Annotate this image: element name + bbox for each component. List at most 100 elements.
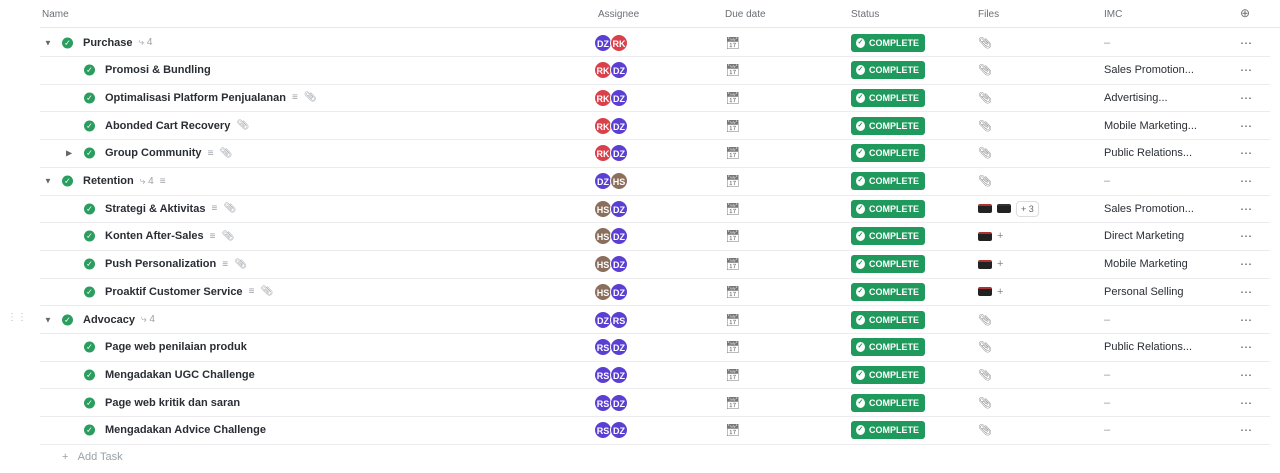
- task-name[interactable]: Page web penilaian produk: [105, 341, 247, 353]
- imc-cell[interactable]: Sales Promotion...: [1104, 203, 1194, 215]
- check-circle-icon[interactable]: ✓: [84, 397, 95, 409]
- imc-cell[interactable]: Sales Promotion...: [1104, 64, 1194, 76]
- file-thumbnail[interactable]: [997, 204, 1011, 214]
- imc-cell[interactable]: –: [1104, 369, 1110, 381]
- imc-cell[interactable]: Direct Marketing: [1104, 230, 1184, 242]
- calendar-plus-icon[interactable]: 📅︎: [725, 229, 740, 243]
- check-circle-icon[interactable]: ✓: [84, 92, 95, 104]
- calendar-plus-icon[interactable]: 📅︎: [725, 202, 740, 216]
- avatar[interactable]: DZ: [610, 61, 628, 80]
- avatar[interactable]: DZ: [610, 116, 628, 135]
- task-name[interactable]: Page web kritik dan saran: [105, 397, 240, 409]
- check-circle-icon[interactable]: ✓: [62, 314, 73, 325]
- task-name[interactable]: Advocacy ⤷ 4: [83, 314, 155, 326]
- more-options-icon[interactable]: ⋯: [1240, 396, 1253, 410]
- task-row[interactable]: ✓ Proaktif Customer Service ≡ 📎︎ HS DZ 📅︎ ✓ COMP…: [40, 278, 1270, 307]
- col-name[interactable]: Name: [42, 9, 69, 20]
- task-row[interactable]: ✓ Optimalisasi Platform Penjualanan ≡ 📎︎ RK D…: [40, 84, 1270, 113]
- task-name[interactable]: Mengadakan UGC Challenge: [105, 369, 255, 381]
- avatar[interactable]: RK: [610, 33, 628, 52]
- status-badge[interactable]: ✓ COMPLETE: [851, 365, 925, 384]
- avatar[interactable]: RS: [610, 310, 628, 329]
- check-circle-icon[interactable]: ✓: [84, 64, 95, 76]
- paperclip-icon[interactable]: 📎︎: [978, 91, 992, 104]
- plus-icon[interactable]: +: [997, 258, 1003, 270]
- avatar[interactable]: DZ: [610, 365, 628, 384]
- paperclip-icon[interactable]: 📎︎: [978, 368, 992, 381]
- task-name[interactable]: Push Personalization ≡ 📎︎: [105, 258, 247, 270]
- more-options-icon[interactable]: ⋯: [1240, 285, 1253, 299]
- more-options-icon[interactable]: ⋯: [1240, 423, 1253, 437]
- assignees[interactable]: HS DZ: [594, 199, 628, 218]
- assignees[interactable]: RS DZ: [594, 421, 628, 440]
- check-circle-icon[interactable]: ✓: [84, 203, 95, 215]
- check-circle-icon[interactable]: ✓: [84, 258, 95, 270]
- calendar-plus-icon[interactable]: 📅︎: [725, 340, 740, 354]
- more-files[interactable]: + 3: [1016, 200, 1039, 217]
- add-task-button[interactable]: + Add Task: [62, 451, 123, 463]
- subtask-count[interactable]: ⤷ 4: [139, 37, 153, 48]
- task-row[interactable]: ▼ ✓ Advocacy ⤷ 4 DZ RS 📅︎ ✓ COMPLETE 📎︎ – ⋯: [40, 306, 1270, 334]
- calendar-plus-icon[interactable]: 📅︎: [725, 36, 740, 50]
- calendar-plus-icon[interactable]: 📅︎: [725, 146, 740, 160]
- subtask-count[interactable]: ⤷ 4: [140, 176, 154, 187]
- check-circle-icon[interactable]: ✓: [84, 341, 95, 353]
- task-name[interactable]: Proaktif Customer Service ≡ 📎︎: [105, 286, 273, 298]
- file-thumbnail[interactable]: [978, 259, 992, 269]
- imc-cell[interactable]: –: [1104, 424, 1110, 436]
- avatar[interactable]: DZ: [610, 227, 628, 246]
- more-options-icon[interactable]: ⋯: [1240, 340, 1253, 354]
- assignees[interactable]: RS DZ: [594, 393, 628, 412]
- more-options-icon[interactable]: ⋯: [1240, 63, 1253, 77]
- task-row[interactable]: ▼ ✓ Purchase ⤷ 4 DZ RK 📅︎ ✓ COMPLETE 📎︎ – ⋯: [40, 29, 1270, 57]
- check-circle-icon[interactable]: ✓: [62, 175, 73, 187]
- imc-cell[interactable]: Public Relations...: [1104, 341, 1192, 353]
- avatar[interactable]: DZ: [610, 338, 628, 357]
- plus-circle-icon[interactable]: ⊕: [1240, 6, 1250, 20]
- imc-cell[interactable]: –: [1104, 175, 1110, 187]
- more-options-icon[interactable]: ⋯: [1240, 202, 1253, 216]
- status-badge[interactable]: ✓ COMPLETE: [851, 421, 925, 440]
- col-status[interactable]: Status: [851, 9, 879, 20]
- paperclip-icon[interactable]: 📎︎: [978, 396, 992, 409]
- caret-down-icon[interactable]: ▼: [44, 315, 52, 324]
- col-assignee[interactable]: Assignee: [598, 9, 639, 20]
- col-imc[interactable]: IMC: [1104, 9, 1122, 20]
- more-options-icon[interactable]: ⋯: [1240, 119, 1253, 133]
- status-badge[interactable]: ✓ COMPLETE: [851, 144, 925, 163]
- status-badge[interactable]: ✓ COMPLETE: [851, 338, 925, 357]
- task-name[interactable]: Retention ⤷ 4 ≡: [83, 175, 166, 187]
- paperclip-icon[interactable]: 📎︎: [978, 36, 992, 49]
- caret-down-icon[interactable]: ▼: [44, 38, 52, 47]
- paperclip-icon[interactable]: 📎︎: [978, 313, 992, 326]
- status-badge[interactable]: ✓ COMPLETE: [851, 172, 925, 190]
- task-name[interactable]: Optimalisasi Platform Penjualanan ≡ 📎︎: [105, 92, 317, 104]
- plus-icon[interactable]: +: [997, 286, 1003, 298]
- assignees[interactable]: DZ RK: [594, 33, 628, 52]
- status-badge[interactable]: ✓ COMPLETE: [851, 393, 925, 412]
- paperclip-icon[interactable]: 📎︎: [978, 424, 992, 437]
- task-name[interactable]: Promosi & Bundling: [105, 64, 211, 76]
- calendar-plus-icon[interactable]: 📅︎: [725, 91, 740, 105]
- status-badge[interactable]: ✓ COMPLETE: [851, 116, 925, 135]
- assignees[interactable]: RK DZ: [594, 144, 628, 163]
- status-badge[interactable]: ✓ COMPLETE: [851, 88, 925, 107]
- check-circle-icon[interactable]: ✓: [84, 286, 95, 298]
- subtask-count[interactable]: ⤷ 4: [141, 314, 155, 325]
- calendar-plus-icon[interactable]: 📅︎: [725, 313, 740, 327]
- task-row[interactable]: ▶ ✓ Group Community ≡ 📎︎ RK DZ 📅︎ ✓ COMPLETE 📎︎ Pub…: [40, 140, 1270, 168]
- assignees[interactable]: RK DZ: [594, 88, 628, 107]
- check-circle-icon[interactable]: ✓: [62, 37, 73, 48]
- imc-cell[interactable]: Mobile Marketing: [1104, 258, 1188, 270]
- drag-handle-icon[interactable]: ⋮⋮: [7, 312, 27, 323]
- file-thumbnail[interactable]: [978, 287, 992, 297]
- calendar-plus-icon[interactable]: 📅︎: [725, 174, 740, 188]
- status-badge[interactable]: ✓ COMPLETE: [851, 199, 925, 218]
- assignees[interactable]: RS DZ: [594, 365, 628, 384]
- imc-cell[interactable]: Mobile Marketing...: [1104, 120, 1197, 132]
- task-row[interactable]: ✓ Strategi & Aktivitas ≡ 📎︎ HS DZ 📅︎ ✓ COMPLETE +…: [40, 195, 1270, 224]
- col-files[interactable]: Files: [978, 9, 999, 20]
- plus-icon[interactable]: +: [997, 230, 1003, 242]
- paperclip-icon[interactable]: 📎︎: [978, 147, 992, 160]
- more-options-icon[interactable]: ⋯: [1240, 36, 1253, 50]
